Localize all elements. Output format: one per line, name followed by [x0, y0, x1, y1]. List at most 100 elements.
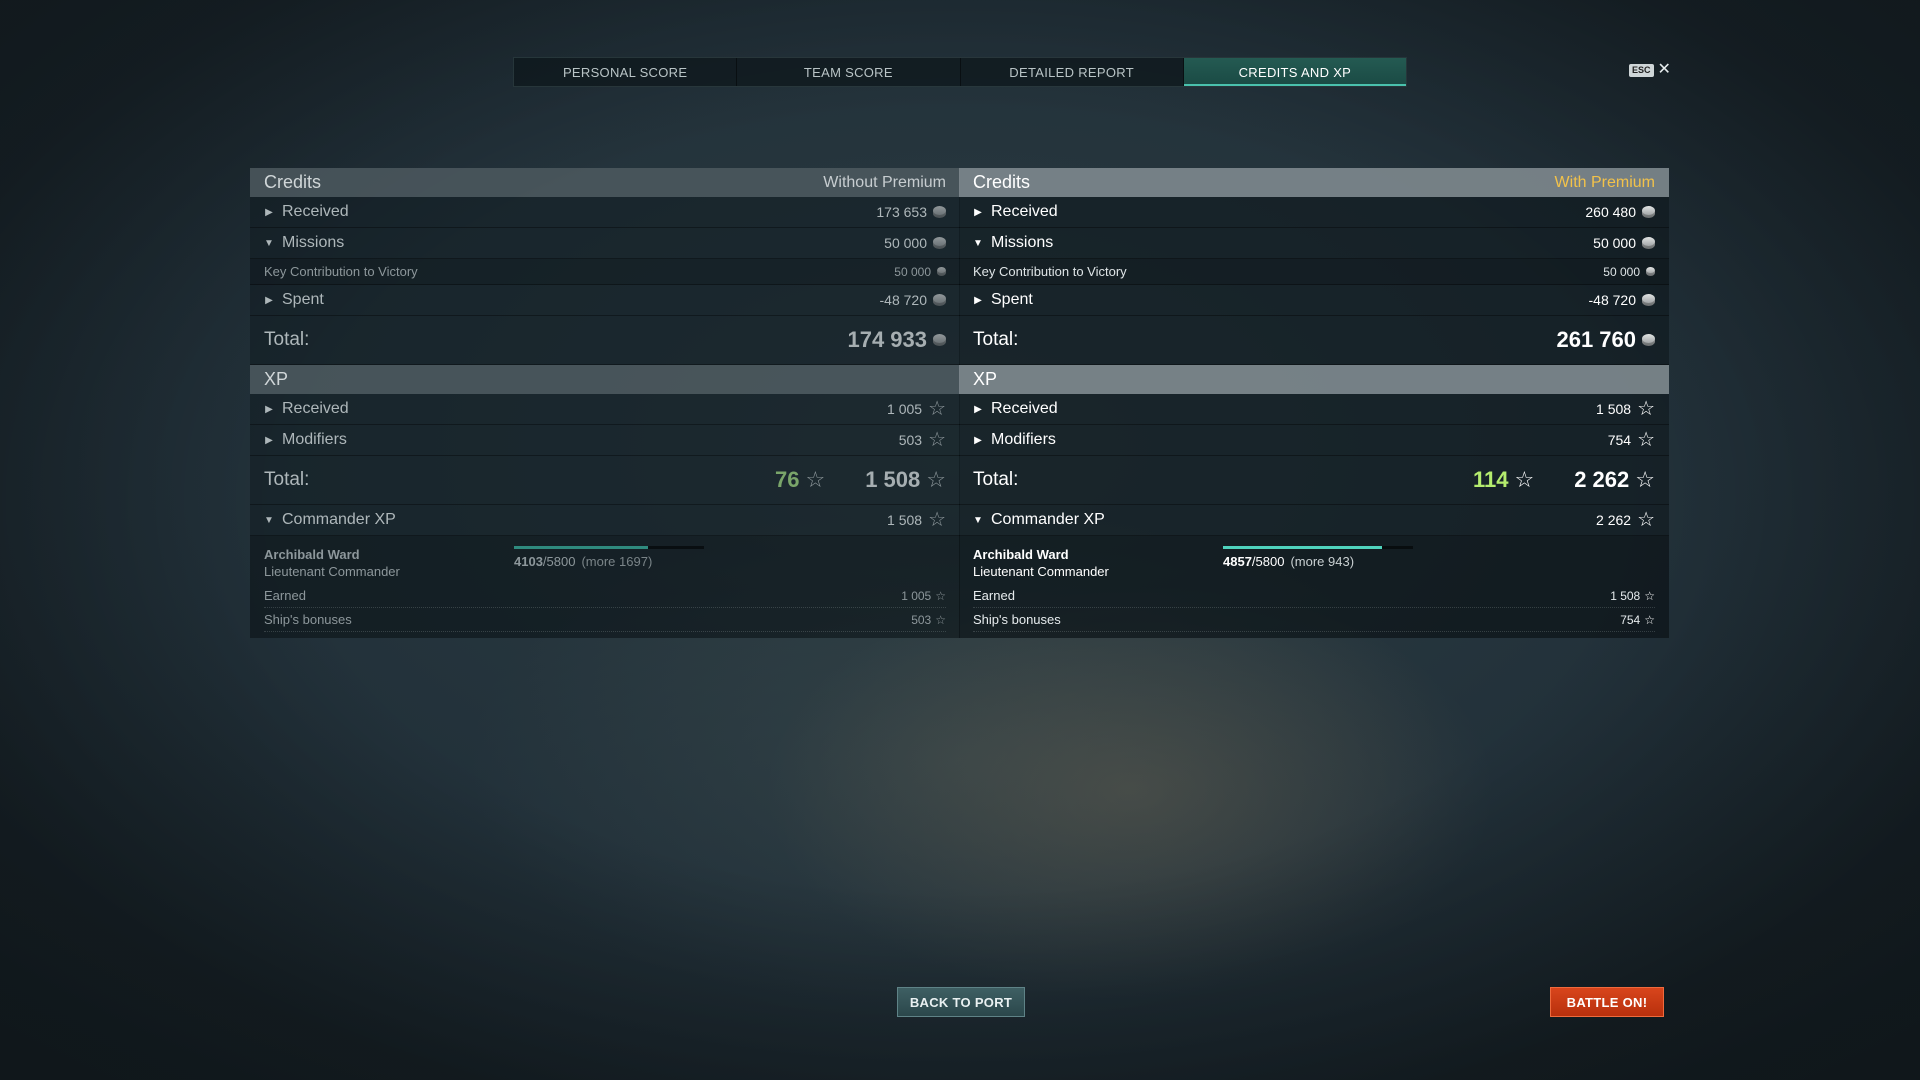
row-label: Missions — [282, 234, 345, 251]
row-value: 50 000 — [1603, 264, 1640, 279]
total-label: Total: — [973, 469, 1019, 490]
coin-icon — [1642, 334, 1655, 346]
with-premium-label: With Premium — [1554, 173, 1655, 191]
row-label: Received — [282, 203, 349, 220]
row-value: 1 508 — [1610, 588, 1641, 603]
row-value: 503 — [911, 612, 932, 627]
results-tabs: PERSONAL SCORE TEAM SCORE DETAILED REPOR… — [513, 57, 1407, 87]
credits-received-row[interactable]: ▶ Received 260 480 — [959, 197, 1669, 228]
caret-down-icon: ▼ — [264, 237, 274, 249]
row-label: Key Contribution to Victory — [973, 264, 1127, 279]
credits-spent-row[interactable]: ▶ Spent -48 720 — [250, 285, 960, 316]
credits-header: Credits Without Premium — [250, 168, 960, 197]
row-label: Missions — [991, 234, 1054, 251]
bonus-value: 76 — [774, 467, 800, 492]
tab-team-score[interactable]: TEAM SCORE — [737, 58, 961, 86]
xp-total-row: Total: 76 ☆ 1 508 ☆ — [250, 456, 960, 505]
caret-right-icon: ▶ — [265, 206, 273, 218]
row-value: 173 653 — [876, 204, 927, 220]
xp-modifiers-row[interactable]: ▶ Modifiers 754 ☆ — [959, 425, 1669, 456]
with-premium-panel: Credits With Premium ▶ Received 260 480 ▼… — [959, 168, 1669, 638]
commander-progress-bar — [514, 546, 704, 549]
coin-icon — [933, 294, 946, 306]
row-label: Modifiers — [991, 431, 1056, 448]
coin-icon — [933, 334, 946, 346]
commander-name: Archibald Ward — [264, 547, 360, 562]
tab-detailed-report[interactable]: DETAILED REPORT — [961, 58, 1184, 86]
credits-missions-row[interactable]: ▼ Missions 50 000 — [250, 228, 960, 259]
row-value: -48 720 — [879, 292, 927, 308]
total-value: 174 933 — [847, 327, 927, 352]
without-premium-panel: Credits Without Premium ▶ Received 173 65… — [250, 168, 960, 638]
coin-icon — [937, 267, 946, 276]
free-xp-bonus: 114 ☆ — [1473, 467, 1534, 493]
bonus-value: 114 — [1472, 467, 1509, 492]
commander-progress-text: 4857/5800 (more 943) — [1223, 554, 1413, 569]
coin-icon — [1646, 267, 1655, 276]
star-icon: ☆ — [805, 467, 826, 492]
xp-header: XP — [959, 365, 1669, 394]
xp-title: XP — [973, 369, 998, 389]
coin-icon — [933, 206, 946, 218]
tab-personal-score[interactable]: PERSONAL SCORE — [514, 58, 738, 86]
esc-close-button[interactable]: ESC ✕ — [1629, 62, 1671, 78]
star-icon: ☆ — [1644, 588, 1655, 603]
commander-xp-row[interactable]: ▼ Commander XP 1 508 ☆ — [250, 505, 960, 536]
coin-icon — [1642, 237, 1655, 249]
commander-rank: Lieutenant Commander — [973, 564, 1109, 579]
coin-icon — [933, 237, 946, 249]
row-value: -48 720 — [1588, 292, 1636, 308]
star-icon: ☆ — [1644, 612, 1655, 627]
xp-modifiers-row[interactable]: ▶ Modifiers 503 ☆ — [250, 425, 960, 456]
tab-credits-and-xp[interactable]: CREDITS AND XP — [1183, 58, 1406, 86]
credits-header: Credits With Premium — [959, 168, 1669, 197]
progress-fill — [514, 546, 649, 549]
commander-identity: Archibald Ward Lieutenant Commander — [264, 546, 514, 580]
commander-ship-bonuses-row: Ship's bonuses 754 ☆ — [973, 608, 1655, 632]
row-label: Ship's bonuses — [264, 612, 352, 627]
row-label: Commander XP — [991, 511, 1105, 528]
coin-icon — [1642, 206, 1655, 218]
star-icon: ☆ — [928, 429, 946, 451]
credits-received-row[interactable]: ▶ Received 173 653 — [250, 197, 960, 228]
xp-header: XP — [250, 365, 960, 394]
commander-earned-row: Earned 1 508 ☆ — [973, 584, 1655, 608]
commander-rank: Lieutenant Commander — [264, 564, 400, 579]
commander-earned-row: Earned 1 005 ☆ — [264, 584, 946, 608]
back-to-port-button[interactable]: BACK TO PORT — [897, 987, 1025, 1017]
caret-down-icon: ▼ — [264, 514, 274, 526]
commander-details: Archibald Ward Lieutenant Commander 4103… — [250, 536, 960, 638]
credits-missions-row[interactable]: ▼ Missions 50 000 — [959, 228, 1669, 259]
caret-down-icon: ▼ — [973, 237, 983, 249]
caret-right-icon: ▶ — [265, 434, 273, 446]
credits-spent-row[interactable]: ▶ Spent -48 720 — [959, 285, 1669, 316]
close-icon[interactable]: ✕ — [1658, 62, 1671, 78]
row-label: Received — [282, 400, 349, 417]
without-premium-label: Without Premium — [823, 173, 946, 191]
row-label: Commander XP — [282, 511, 396, 528]
commander-xp-row[interactable]: ▼ Commander XP 2 262 ☆ — [959, 505, 1669, 536]
progress-max: /5800 — [542, 554, 576, 569]
commander-name: Archibald Ward — [973, 547, 1069, 562]
star-icon: ☆ — [1635, 467, 1655, 492]
row-label: Key Contribution to Victory — [264, 264, 418, 279]
star-icon: ☆ — [1514, 467, 1535, 492]
commander-progress-bar — [1223, 546, 1413, 549]
row-value: 754 — [1620, 612, 1641, 627]
xp-received-row[interactable]: ▶ Received 1 508 ☆ — [959, 394, 1669, 425]
caret-right-icon: ▶ — [974, 294, 982, 306]
row-value: 1 508 — [887, 512, 923, 528]
row-label: Earned — [264, 588, 306, 603]
row-value: 50 000 — [884, 235, 927, 251]
progress-current: 4103 — [514, 554, 543, 569]
row-value: 2 262 — [1596, 512, 1632, 528]
caret-right-icon: ▶ — [974, 403, 982, 415]
progress-fill — [1223, 546, 1383, 549]
esc-key-badge: ESC — [1629, 63, 1654, 77]
row-value: 1 005 — [887, 401, 923, 417]
row-value: 260 480 — [1585, 204, 1636, 220]
xp-received-row[interactable]: ▶ Received 1 005 ☆ — [250, 394, 960, 425]
battle-on-button[interactable]: BATTLE ON! — [1550, 987, 1664, 1017]
free-xp-bonus: 76 ☆ — [775, 467, 825, 493]
progress-max: /5800 — [1251, 554, 1285, 569]
